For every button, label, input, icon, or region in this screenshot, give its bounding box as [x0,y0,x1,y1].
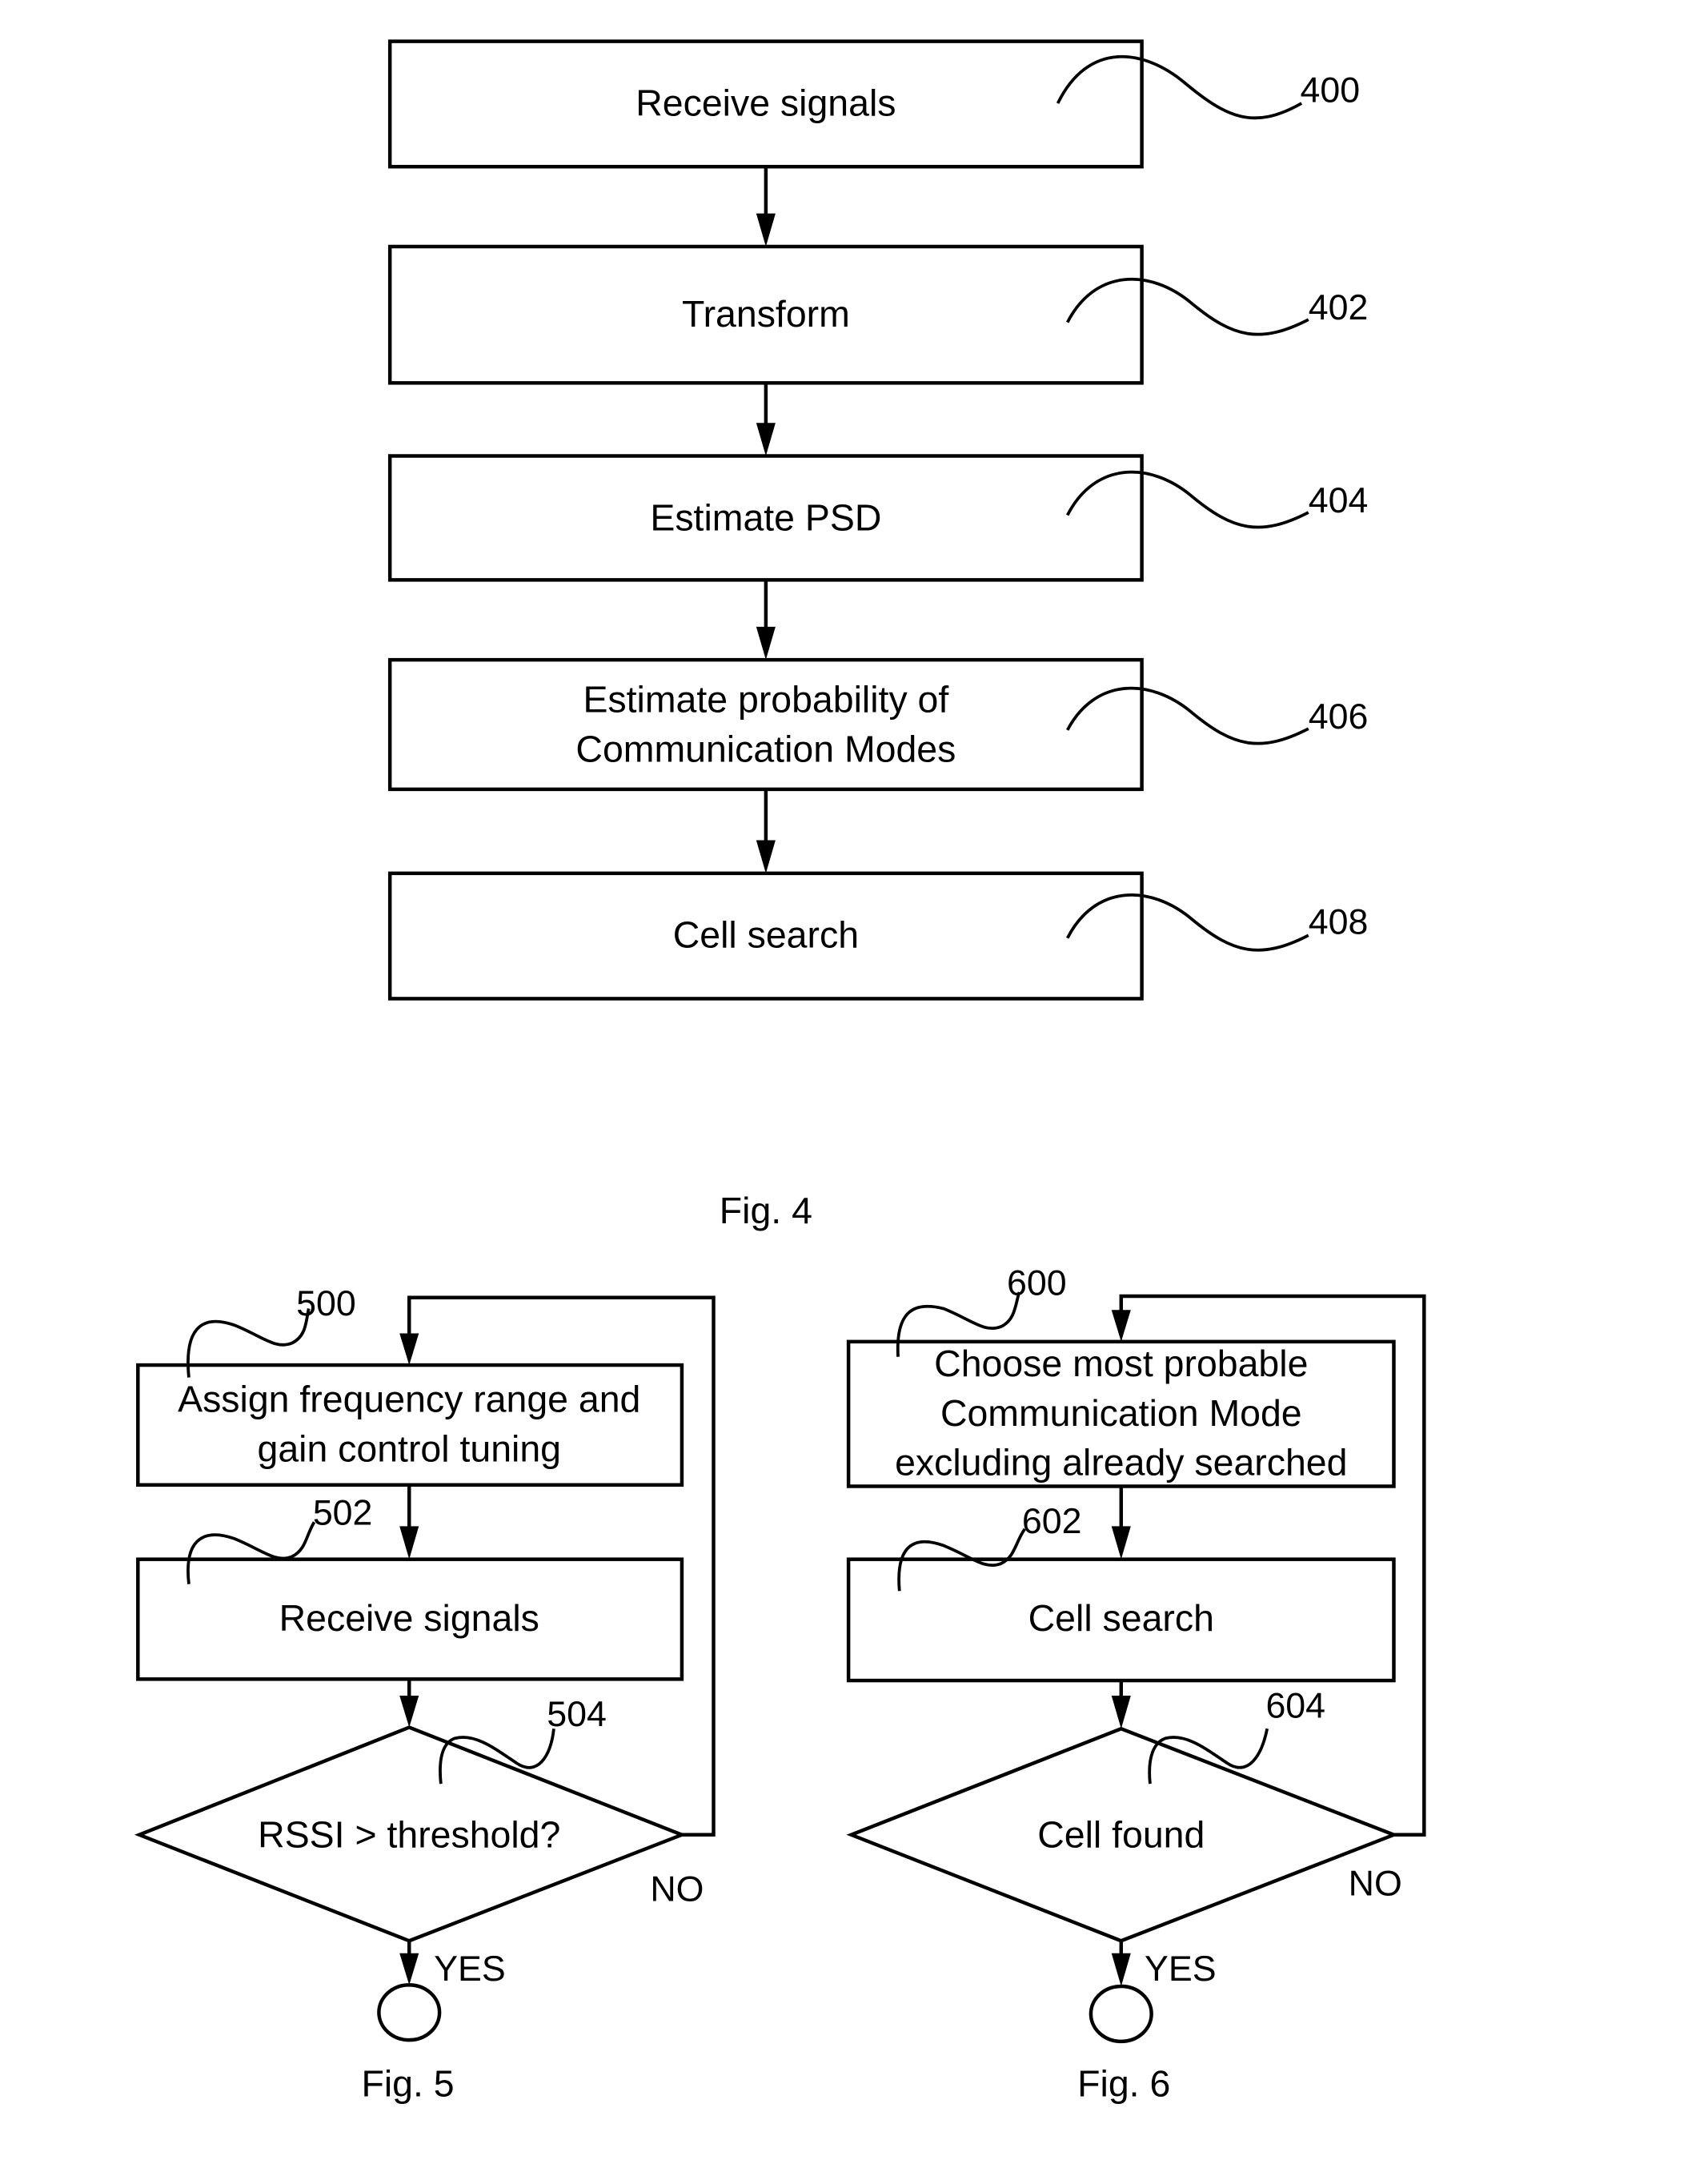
arrowhead-icon [399,1526,419,1560]
arrowhead-icon [1111,1310,1131,1342]
arrowhead-icon [756,213,776,247]
no-branch-label: NO [650,1869,704,1909]
reference-numeral: 604 [1265,1687,1325,1726]
figure-caption: Fig. 4 [720,1190,812,1231]
arrowhead-icon [756,423,776,456]
fig4-flowchart: Receive signals 400 Transform 402 Estima… [387,39,1369,1231]
fig4-step-400: Receive signals 400 [387,39,1360,169]
reference-numeral: 402 [1309,288,1369,327]
reference-numeral: 504 [547,1695,607,1734]
reference-numeral: 502 [313,1494,373,1533]
fig4-step-402: Transform 402 [387,244,1369,385]
step-label: Transform [682,293,850,335]
yes-branch-label: YES [434,1949,505,1989]
reference-numeral: 602 [1022,1502,1082,1541]
step-label-line-1: Assign frequency range and [178,1379,640,1420]
arrowhead-icon [756,626,776,660]
step-label-line-1: Choose most probable [934,1343,1308,1384]
reference-numeral: 408 [1309,903,1369,942]
decision-label: RSSI > threshold? [258,1813,560,1855]
reference-numeral: 404 [1309,481,1369,520]
step-label: Cell search [1028,1597,1214,1639]
yes-branch-label: YES [1145,1949,1216,1989]
reference-numeral: 406 [1309,697,1369,737]
step-label: Estimate PSD [650,496,881,538]
arrowhead-icon [1111,1953,1131,1987]
arrowhead-icon [1111,1526,1131,1560]
patent-drawing-sheet: Receive signals 400 Transform 402 Estima… [134,39,1426,2105]
fig6-decision-604: Cell found 604 NO [846,1687,1402,1943]
figure-caption: Fig. 5 [361,2063,454,2105]
terminal-connector [1089,1984,1153,2044]
arrowhead-icon [399,1953,419,1985]
step-label-line-3: excluding already searched [895,1442,1347,1483]
decision-label: Cell found [1037,1813,1205,1855]
terminal-connector [377,1983,442,2042]
reference-numeral: 600 [1007,1263,1067,1303]
fig5-decision-504: RSSI > threshold? 504 NO [134,1695,704,1943]
fig4-step-404: Estimate PSD 404 [387,454,1369,582]
fig4-step-408: Cell search 408 [387,871,1369,1001]
arrowhead-icon [399,1333,419,1366]
arrowhead-icon [756,840,776,873]
no-branch-label: NO [1349,1864,1402,1903]
step-label: Receive signals [279,1597,539,1639]
arrowhead-icon [399,1696,419,1728]
fig6-flowchart: Choose most probable Communication Mode … [846,1263,1426,2105]
step-label-line-2: gain control tuning [258,1428,562,1470]
step-label: Cell search [673,914,859,956]
fig4-step-406: Estimate probability of Communication Mo… [387,657,1369,792]
fig5-flowchart: Assign frequency range and gain control … [134,1284,716,2105]
arrowhead-icon [1111,1696,1131,1729]
step-label: Receive signals [635,82,896,124]
reference-numeral: 400 [1300,70,1360,110]
step-label-line-2: Communication Modes [575,728,956,769]
figure-caption: Fig. 6 [1077,2063,1170,2105]
step-label-line-1: Estimate probability of [583,679,948,721]
reference-numeral: 500 [296,1284,356,1323]
step-label-line-2: Communication Mode [940,1392,1302,1434]
